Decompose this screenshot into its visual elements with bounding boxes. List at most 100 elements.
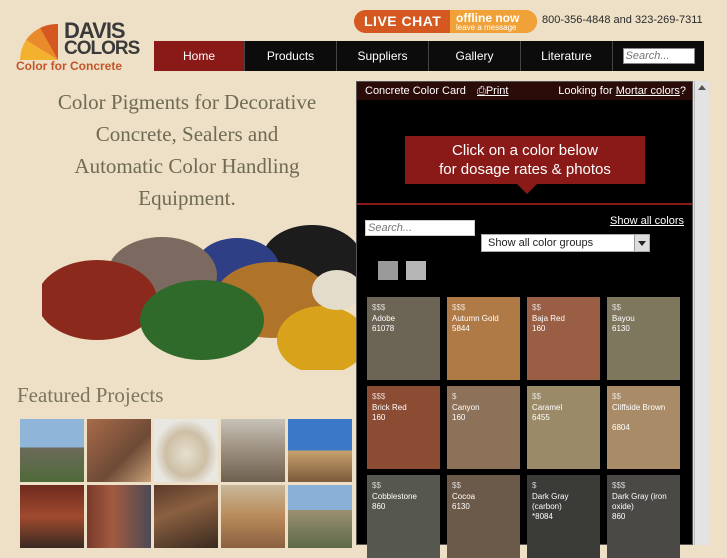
color-tile-price: $$	[532, 392, 541, 401]
mortar-qmark: ?	[679, 85, 686, 97]
color-tile-price: $$	[612, 392, 621, 401]
callout-line-2: for dosage rates & photos	[439, 161, 611, 178]
printer-icon: ⎙	[477, 85, 486, 97]
color-tile-code: 5844	[452, 324, 470, 333]
color-tile[interactable]: $$$ Dark Gray (iron oxide) 860	[607, 475, 680, 558]
color-search-input[interactable]	[365, 220, 475, 236]
color-tile[interactable]: $$ Cobblestone 860	[367, 475, 440, 558]
color-tile-code: 6455	[532, 413, 550, 422]
color-tile[interactable]: $$$ Adobe 61078	[367, 297, 440, 380]
color-tile-code: 6130	[612, 324, 630, 333]
headline-line-3: Automatic Color Handling	[74, 154, 300, 178]
color-tile-price: $$	[372, 481, 381, 490]
divider	[357, 203, 692, 205]
looking-for-text: Looking for	[558, 85, 616, 97]
print-link[interactable]: ⎙Print	[477, 85, 508, 98]
mortar-colors-prompt: Looking for Mortar colors?	[558, 85, 686, 97]
project-thumbnail[interactable]	[221, 485, 285, 548]
mortar-colors-link[interactable]: Mortar colors	[616, 85, 680, 97]
color-tile-code: 160	[452, 413, 466, 422]
color-card-header: Concrete Color Card ⎙Print Looking for M…	[357, 82, 692, 100]
color-tile[interactable]: $$$ Autumn Gold 5844	[447, 297, 520, 380]
color-card-scrollbar[interactable]	[694, 81, 709, 545]
sunburst-icon	[20, 24, 58, 60]
color-tile-name: Adobe	[372, 314, 396, 323]
project-thumbnail[interactable]	[154, 419, 218, 482]
headline-line-1: Color Pigments for Decorative	[57, 90, 317, 114]
color-tile-name: Caramel	[532, 403, 563, 412]
project-thumbnail[interactable]	[20, 485, 84, 548]
project-thumbnail[interactable]	[221, 419, 285, 482]
texture-swatch-2[interactable]	[406, 261, 426, 280]
offline-badge: offline now leave a message	[450, 10, 537, 33]
project-thumbnail[interactable]	[87, 419, 151, 482]
nav-home[interactable]: Home	[154, 41, 245, 71]
color-tile-name: Autumn Gold	[452, 314, 499, 323]
color-tile-price: $$$	[372, 303, 386, 312]
color-tile-code: 61078	[372, 324, 395, 333]
color-tile-code: *8084	[532, 512, 553, 521]
davis-colors-logo[interactable]: DAVIS COLORS Color for Concrete	[16, 20, 140, 74]
nav-search-wrap	[613, 41, 704, 71]
color-tile-price: $$$	[372, 392, 386, 401]
color-tile-name: Canyon	[452, 403, 480, 412]
color-tile-price: $$$	[612, 481, 626, 490]
color-tile[interactable]: $$ Bayou 6130	[607, 297, 680, 380]
phone-numbers: 800-356-4848 and 323-269-7311	[542, 14, 703, 26]
project-thumbnail[interactable]	[87, 485, 151, 548]
project-thumbnail[interactable]	[20, 419, 84, 482]
color-tile-price: $$	[612, 303, 621, 312]
color-tile-price: $$	[532, 303, 541, 312]
color-tile-name: Cocoa	[452, 492, 476, 501]
site-search-input[interactable]	[622, 48, 695, 64]
chevron-down-icon	[634, 235, 649, 251]
color-tile-code: 6130	[452, 502, 470, 511]
show-all-colors-link[interactable]: Show all colors	[610, 215, 684, 227]
nav-products[interactable]: Products	[245, 41, 337, 71]
color-tile-code: 860	[372, 502, 386, 511]
texture-swatch-1[interactable]	[378, 261, 398, 280]
callout-line-1: Click on a color below	[452, 142, 598, 159]
color-tile[interactable]: $ Dark Gray (carbon) *8084	[527, 475, 600, 558]
color-tile[interactable]: $$ Cliffside Brown 6804	[607, 386, 680, 469]
color-tile[interactable]: $ Canyon 160	[447, 386, 520, 469]
color-tile-price: $$$	[452, 303, 466, 312]
page-headline: Color Pigments for Decorative Concrete, …	[30, 86, 344, 214]
color-card-callout: Click on a color below for dosage rates …	[405, 136, 645, 194]
color-tile-name: Dark Gray (iron oxide)	[612, 492, 667, 511]
color-group-select[interactable]: Show all color groups	[481, 234, 650, 252]
color-tile-code: 160	[372, 413, 386, 422]
color-tile[interactable]: $$ Cocoa 6130	[447, 475, 520, 558]
color-group-selected: Show all color groups	[488, 237, 594, 249]
logo-tagline: Color for Concrete	[16, 59, 123, 73]
color-tile-code: 860	[612, 512, 626, 521]
pigment-piles-image	[42, 225, 358, 370]
color-tile-name: Brick Red	[372, 403, 407, 412]
main-nav: Home Products Suppliers Gallery Literatu…	[154, 41, 704, 71]
project-thumbnail[interactable]	[288, 485, 352, 548]
color-tile-code: 6804	[612, 423, 630, 432]
nav-suppliers[interactable]: Suppliers	[337, 41, 429, 71]
headline-line-4: Equipment.	[138, 186, 236, 210]
nav-gallery[interactable]: Gallery	[429, 41, 521, 71]
color-card-title: Concrete Color Card	[365, 85, 466, 97]
leave-message-label: leave a message	[456, 23, 517, 32]
color-tile-name: Dark Gray (carbon)	[532, 492, 569, 511]
nav-literature[interactable]: Literature	[521, 41, 613, 71]
print-label: Print	[485, 85, 509, 97]
color-tile-name: Bayou	[612, 314, 635, 323]
featured-projects-grid	[20, 419, 355, 548]
color-tile-price: $	[452, 392, 457, 401]
color-tile-price: $	[532, 481, 537, 490]
live-chat-label: LIVE CHAT	[364, 13, 442, 29]
scroll-up-icon[interactable]	[698, 85, 706, 90]
live-chat-button[interactable]: LIVE CHAT offline now leave a message	[354, 10, 537, 33]
project-thumbnail[interactable]	[288, 419, 352, 482]
project-thumbnail[interactable]	[154, 485, 218, 548]
color-tile[interactable]: $$ Baja Red 160	[527, 297, 600, 380]
featured-projects-heading: Featured Projects	[17, 383, 164, 407]
logo-line2: COLORS	[64, 38, 140, 59]
color-tile[interactable]: $$ Caramel 6455	[527, 386, 600, 469]
color-tile-price: $$	[452, 481, 461, 490]
color-tile[interactable]: $$$ Brick Red 160	[367, 386, 440, 469]
